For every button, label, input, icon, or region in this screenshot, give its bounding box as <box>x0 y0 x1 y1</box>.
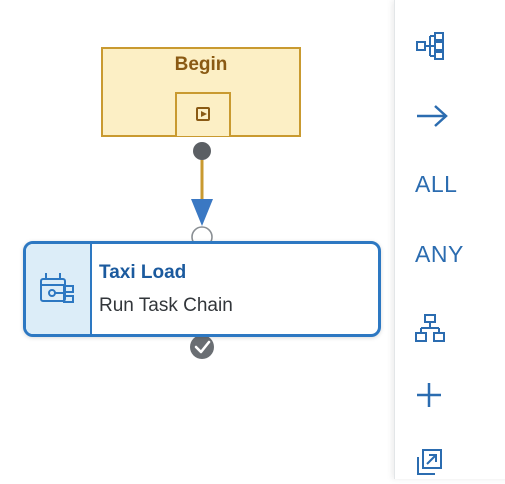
begin-node[interactable]: Begin <box>101 47 301 137</box>
task-chain-icon <box>40 273 74 303</box>
task-icon-panel <box>26 244 92 334</box>
checkmark-icon <box>190 335 214 359</box>
task-subtitle: Run Task Chain <box>99 295 233 316</box>
arrowhead-icon <box>191 199 213 226</box>
checkmark-stroke <box>194 340 211 354</box>
all-operator-label: ALL <box>415 170 458 197</box>
tree-layout-icon[interactable] <box>415 24 475 68</box>
begin-play-area[interactable] <box>175 92 231 136</box>
any-operator[interactable]: ANY <box>415 232 475 276</box>
flow-canvas[interactable]: Begin Taxi Load Run Task Chain ALL ANY <box>0 0 505 479</box>
output-port-dot[interactable] <box>193 142 211 160</box>
task-node-taxi-load[interactable]: Taxi Load Run Task Chain <box>23 241 381 337</box>
hierarchy-icon[interactable] <box>415 306 475 350</box>
open-external-icon[interactable] <box>415 440 475 484</box>
arrow-right-icon[interactable] <box>415 94 475 138</box>
any-operator-label: ANY <box>415 240 464 267</box>
palette-toolbar: ALL ANY <box>394 0 505 479</box>
all-operator[interactable]: ALL <box>415 162 475 206</box>
add-icon[interactable] <box>415 373 475 417</box>
task-title: Taxi Load <box>99 262 187 283</box>
begin-node-label: Begin <box>174 54 228 75</box>
play-icon[interactable] <box>196 107 210 121</box>
